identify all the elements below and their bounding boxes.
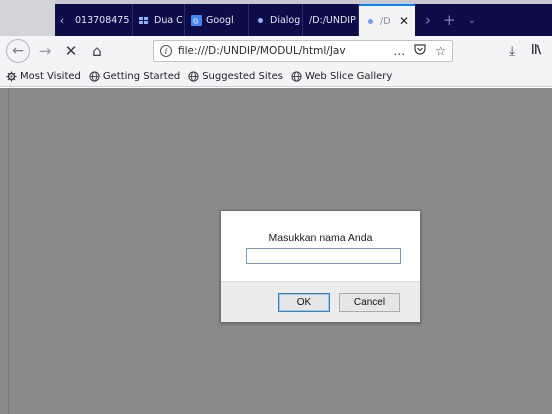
globe-icon	[291, 70, 302, 82]
tab-label: 013708475	[75, 14, 130, 26]
tab-strip: ‹ 013708475 Dua C G Googl Dialog /D:/UND…	[0, 0, 552, 36]
bookmark-label: Getting Started	[102, 70, 181, 82]
url-bar[interactable]: i file:///D:/UNDIP/MODUL/html/Jav … ☆	[153, 40, 453, 62]
tab-label: /D	[380, 15, 391, 27]
tab-label: Dua C	[154, 14, 183, 26]
google-translate-icon: G	[191, 14, 202, 26]
home-icon: ⌂	[92, 42, 102, 60]
close-tab-icon[interactable]: ✕	[399, 14, 409, 28]
dot-icon	[255, 15, 266, 26]
prompt-dialog: Masukkan nama Anda OK Cancel	[220, 210, 421, 323]
toolbar-right: ⤓	[509, 40, 544, 62]
forward-button[interactable]: →	[34, 40, 56, 62]
home-button[interactable]: ⌂	[86, 40, 108, 62]
tab-1[interactable]: 013708475	[69, 4, 133, 36]
bookmark-web-slice-gallery[interactable]: Web Slice Gallery	[291, 71, 392, 82]
url-actions: … ☆	[393, 44, 446, 58]
bookmark-label: Suggested Sites	[202, 70, 283, 82]
tab-label: /D:/UNDIP	[309, 14, 356, 26]
globe-icon	[89, 70, 100, 82]
dot-icon	[365, 16, 376, 27]
arrow-right-icon: →	[38, 42, 52, 60]
name-input[interactable]	[246, 248, 401, 264]
dialog-footer: OK Cancel	[221, 281, 420, 322]
info-icon[interactable]: i	[160, 45, 172, 57]
bookmarks-toolbar: Most Visited Getting Started Suggested S…	[0, 66, 552, 87]
globe-icon	[188, 70, 199, 82]
svg-text:G: G	[193, 17, 198, 25]
tab-5[interactable]: /D:/UNDIP	[303, 4, 359, 36]
window-frame	[0, 0, 55, 36]
back-button[interactable]: ←	[6, 39, 30, 63]
chevron-left-icon: ‹	[59, 13, 65, 27]
tab-6-active[interactable]: /D ✕	[359, 4, 415, 36]
windows-store-icon	[139, 15, 150, 26]
navigation-toolbar: ← → ✕ ⌂ i file:///D:/UNDIP/MODUL/html/Ja…	[0, 36, 552, 66]
close-icon: ✕	[64, 42, 78, 60]
tab-bar-controls: › + ⌄	[415, 4, 476, 36]
bookmark-getting-started[interactable]: Getting Started	[89, 71, 180, 82]
arrow-left-icon: ←	[12, 43, 24, 59]
cancel-button[interactable]: Cancel	[339, 293, 400, 312]
page-actions-icon[interactable]: …	[393, 44, 405, 58]
page-content-overlay: Masukkan nama Anda OK Cancel	[0, 88, 552, 414]
bookmark-label: Web Slice Gallery	[304, 70, 393, 82]
pocket-icon[interactable]	[414, 44, 426, 58]
gear-icon	[6, 71, 17, 82]
bookmark-label: Most Visited	[20, 70, 81, 82]
tab-scroll-left-button[interactable]: ‹	[55, 4, 69, 36]
bookmark-most-visited[interactable]: Most Visited	[6, 71, 81, 82]
library-icon[interactable]	[531, 43, 544, 59]
dialog-message: Masukkan nama Anda	[268, 232, 373, 244]
content-divider	[8, 88, 9, 414]
tab-label: Googl	[206, 14, 234, 26]
tab-scroll-right-icon[interactable]: ›	[425, 11, 431, 29]
bookmark-suggested-sites[interactable]: Suggested Sites	[188, 71, 283, 82]
tab-label: Dialog	[270, 14, 301, 26]
new-tab-icon[interactable]: +	[443, 11, 456, 29]
tab-bar: ‹ 013708475 Dua C G Googl Dialog /D:/UND…	[55, 4, 552, 36]
chevron-down-icon[interactable]: ⌄	[468, 15, 476, 26]
tab-2[interactable]: Dua C	[133, 4, 185, 36]
tab-3[interactable]: G Googl	[185, 4, 249, 36]
tab-4[interactable]: Dialog	[249, 4, 303, 36]
browser-window: ‹ 013708475 Dua C G Googl Dialog /D:/UND…	[0, 0, 552, 414]
stop-button[interactable]: ✕	[60, 40, 82, 62]
bookmark-star-icon[interactable]: ☆	[435, 44, 446, 58]
download-icon[interactable]: ⤓	[509, 44, 515, 59]
url-text[interactable]: file:///D:/UNDIP/MODUL/html/Jav	[178, 45, 378, 57]
ok-button[interactable]: OK	[278, 293, 330, 312]
